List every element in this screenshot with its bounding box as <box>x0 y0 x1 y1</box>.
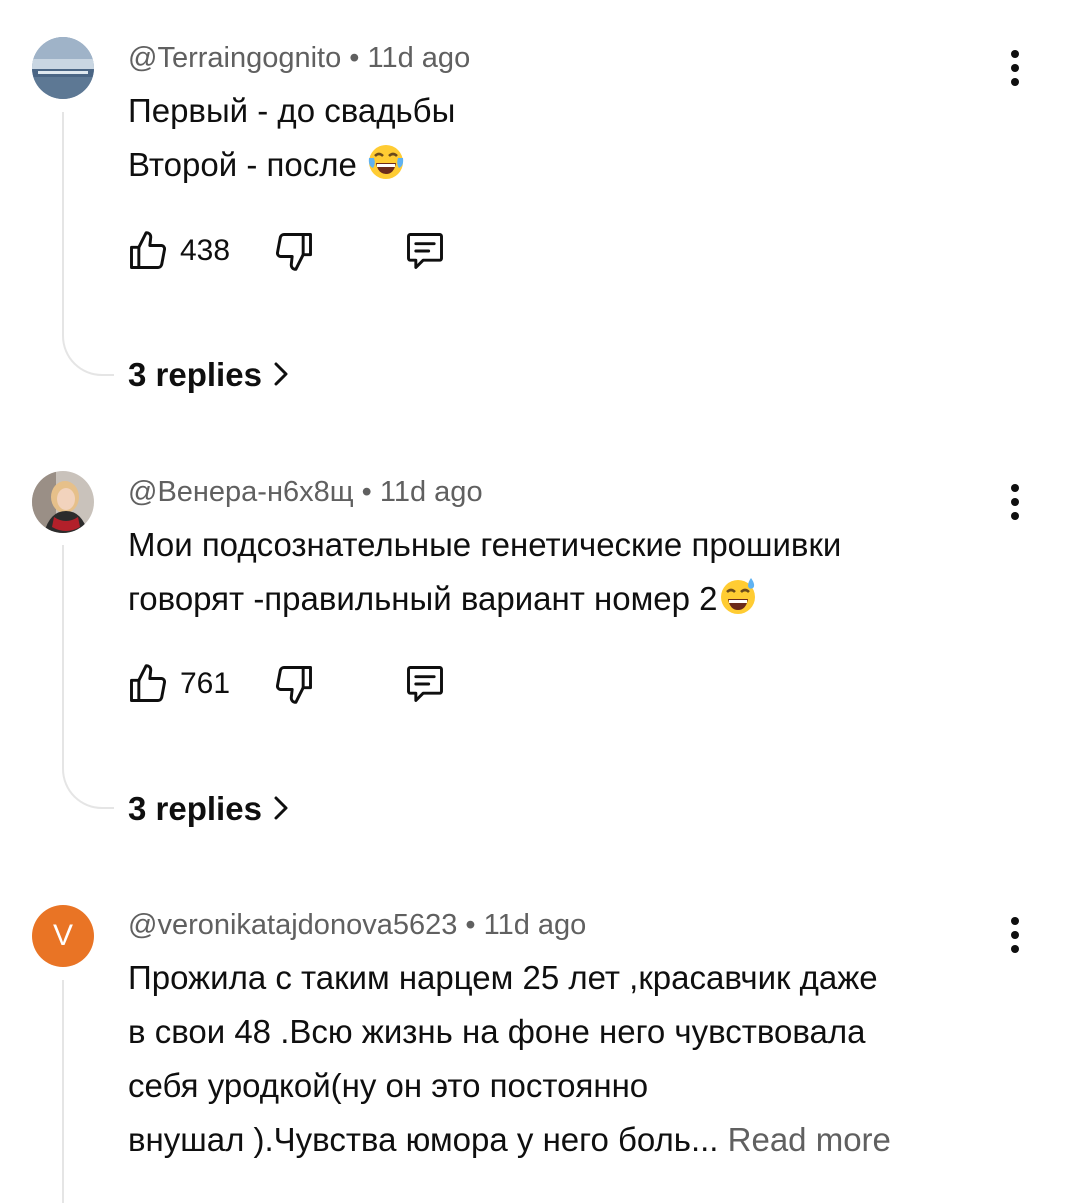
avatar[interactable] <box>32 471 94 533</box>
replies-toggle[interactable]: 3 replies <box>128 790 290 828</box>
thread-line <box>62 980 114 1203</box>
comment-author[interactable]: @Terraingognito <box>128 42 341 74</box>
thumbs-up-icon <box>130 231 167 269</box>
avatar[interactable]: V <box>32 905 94 967</box>
thumbs-down-icon <box>275 666 312 704</box>
dislike-button[interactable] <box>272 662 316 706</box>
thumbs-down-icon <box>275 233 312 271</box>
grinning-sweat-emoji <box>720 578 755 614</box>
comment-actions: 438 <box>126 229 466 275</box>
avatar[interactable] <box>32 37 94 99</box>
comment-actions: 761 <box>126 662 466 708</box>
thumbs-up-icon <box>130 664 167 702</box>
chevron-right-icon <box>274 362 288 386</box>
comment-text: Первый - до свадьбы Второй - после <box>128 92 456 183</box>
comment-time: 11d ago <box>379 476 483 508</box>
thread-line <box>62 112 114 376</box>
read-more-link[interactable]: Read more <box>728 1121 891 1158</box>
comment-author[interactable]: @veronikatajdonova5623 <box>128 909 457 941</box>
comment-meta: @veronikatajdonova5623 • 11d ago <box>128 909 587 941</box>
more-vertical-icon[interactable] <box>1003 482 1027 522</box>
like-count: 438 <box>180 234 231 267</box>
chevron-right-icon <box>274 796 288 820</box>
comment-text: Прожила с таким нарцем 25 лет ,красавчик… <box>128 959 891 1158</box>
comment-icon <box>407 666 443 702</box>
reply-button[interactable] <box>402 662 448 706</box>
comment-meta: @Венера-н6х8щ • 11d ago <box>128 476 483 508</box>
dislike-button[interactable] <box>272 229 316 273</box>
like-button[interactable]: 761 <box>126 662 230 706</box>
more-vertical-icon[interactable] <box>1003 48 1027 88</box>
thread-line <box>62 545 114 809</box>
comment-icon <box>407 233 443 269</box>
comment-time: 11d ago <box>483 909 587 941</box>
comment-text: Мои подсознательные генетические прошивк… <box>128 526 842 617</box>
replies-toggle[interactable]: 3 replies <box>128 356 290 394</box>
tears-of-joy-emoji <box>368 145 404 179</box>
like-count: 761 <box>180 667 231 700</box>
comment-meta: @Terraingognito • 11d ago <box>128 42 471 74</box>
reply-button[interactable] <box>402 229 448 273</box>
like-button[interactable]: 438 <box>126 229 230 273</box>
comment-author[interactable]: @Венера-н6х8щ <box>128 476 354 508</box>
comment-time: 11d ago <box>367 42 471 74</box>
more-vertical-icon[interactable] <box>1003 915 1027 955</box>
